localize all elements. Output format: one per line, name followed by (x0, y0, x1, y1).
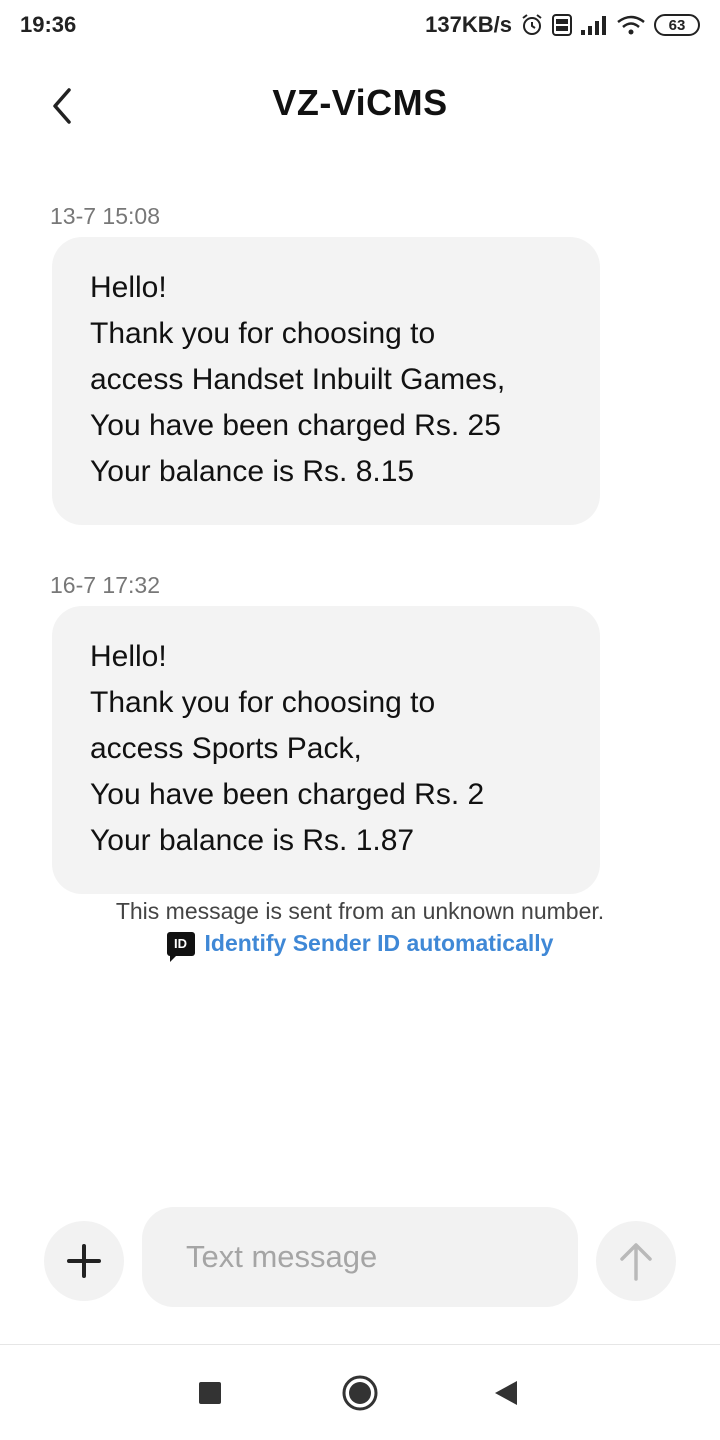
message-timestamp: 16-7 17:32 (50, 572, 160, 598)
system-nav-bar (0, 1344, 720, 1440)
message-line: You have been charged Rs. 25 (90, 409, 501, 442)
volte-icon (552, 14, 572, 36)
home-circle-icon (342, 1375, 378, 1411)
recents-square-icon (199, 1382, 221, 1404)
arrow-up-icon (620, 1243, 652, 1281)
message-line: You have been charged Rs. 2 (90, 778, 485, 811)
status-time: 19:36 (20, 12, 77, 37)
text-message-input[interactable] (142, 1207, 578, 1307)
signal-icon (580, 14, 608, 36)
status-icons: 137KB/s 63 (425, 12, 700, 38)
message-timestamp: 13-7 15:08 (50, 203, 160, 229)
send-button[interactable] (596, 1221, 676, 1301)
unknown-number-notice: This message is sent from an unknown num… (115, 898, 605, 924)
back-nav-button[interactable] (486, 1373, 526, 1413)
status-bar: 19:36 137KB/s 63 (0, 0, 720, 50)
identify-sender-row[interactable]: ID Identify Sender ID automatically (0, 930, 720, 962)
network-speed: 137KB/s (425, 12, 512, 37)
conversation-header: VZ-ViCMS (0, 62, 720, 148)
conversation-title: VZ-ViCMS (272, 82, 448, 123)
wifi-icon (616, 14, 646, 36)
message-line: Hello! (90, 640, 167, 673)
plus-icon (67, 1244, 101, 1278)
screen: 19:36 137KB/s 63 VZ-ViCMS 13-7 15:08 Hel… (0, 0, 720, 1440)
message-line: Hello! (90, 271, 167, 304)
message-line: access Handset Inbuilt Games, (90, 363, 506, 396)
recents-button[interactable] (190, 1373, 230, 1413)
message-line: Thank you for choosing to (90, 317, 436, 350)
identify-sender-link[interactable]: Identify Sender ID automatically (205, 930, 554, 957)
battery-icon: 63 (654, 14, 700, 36)
sender-id-icon: ID (166, 931, 195, 962)
message-bubble[interactable]: Hello! Thank you for choosing to access … (52, 237, 600, 525)
message-line: Your balance is Rs. 1.87 (90, 824, 415, 857)
message-line: Thank you for choosing to (90, 686, 436, 719)
home-button[interactable] (340, 1373, 380, 1413)
message-bubble[interactable]: Hello! Thank you for choosing to access … (52, 606, 600, 894)
add-attachment-button[interactable] (44, 1221, 124, 1301)
message-line: access Sports Pack, (90, 732, 362, 765)
back-triangle-icon (495, 1381, 517, 1405)
message-line: Your balance is Rs. 8.15 (90, 455, 415, 488)
alarm-icon (520, 13, 544, 37)
